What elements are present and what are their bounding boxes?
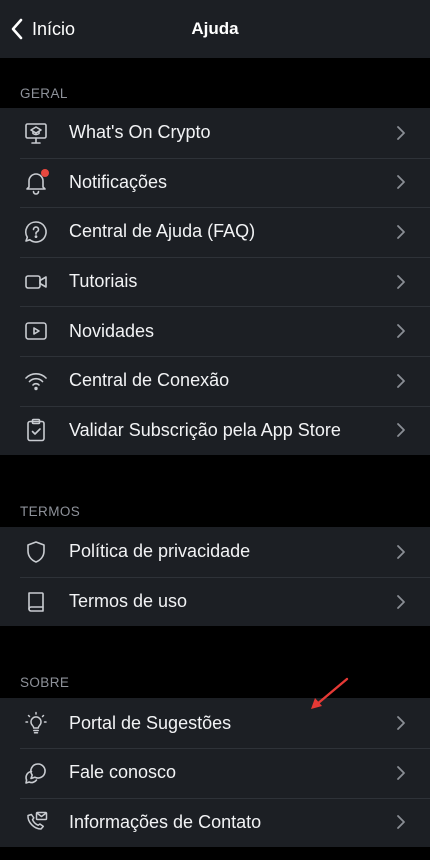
- lightbulb-icon: [21, 708, 51, 738]
- menu-item-novidades[interactable]: Novidades: [0, 306, 430, 356]
- menu-item-label: Novidades: [69, 320, 155, 341]
- menu-item-label: Termos de uso: [69, 591, 188, 612]
- menu-item-portal-de-sugestoes[interactable]: Portal de Sugestões: [0, 698, 430, 748]
- back-button[interactable]: Início: [10, 0, 75, 58]
- chevron-right-icon: [397, 545, 405, 559]
- chevron-right-icon: [397, 716, 405, 731]
- chevron-right-icon: [397, 225, 405, 239]
- menu-item-label: Notificações: [69, 171, 168, 192]
- phone-mail-icon: [21, 807, 51, 837]
- help-bubble-icon: [21, 217, 51, 247]
- menu-item-central-de-conexao[interactable]: Central de Conexão: [0, 355, 430, 406]
- back-button-label: Início: [32, 18, 76, 39]
- navigation-bar: Início Ajuda: [0, 0, 430, 58]
- shield-icon: [21, 537, 51, 567]
- presentation-board-icon: [21, 118, 51, 148]
- menu-item-whats-on-crypto[interactable]: What's On Crypto: [0, 108, 430, 158]
- wifi-icon: [21, 366, 51, 396]
- chevron-right-icon: [397, 423, 405, 438]
- section-termos: Política de privacidade Termos de uso: [0, 527, 430, 627]
- play-screen-icon: [21, 316, 51, 346]
- menu-item-label: Fale conosco: [69, 762, 177, 783]
- bell-icon: [21, 167, 51, 197]
- chevron-right-icon: [397, 815, 405, 830]
- chat-bubbles-icon: [21, 758, 51, 788]
- chevron-right-icon: [397, 594, 405, 609]
- chevron-right-icon: [397, 373, 405, 388]
- section-sobre: Portal de Sugestões Fale conosco Informa…: [0, 698, 430, 848]
- menu-item-central-de-ajuda[interactable]: Central de Ajuda (FAQ): [0, 207, 430, 257]
- menu-item-label: Informações de Contato: [69, 811, 262, 832]
- menu-item-termos-de-uso[interactable]: Termos de uso: [0, 576, 430, 627]
- menu-item-label: Tutoriais: [69, 271, 138, 292]
- menu-item-notificacoes[interactable]: Notificações: [0, 157, 430, 208]
- menu-item-politica-de-privacidade[interactable]: Política de privacidade: [0, 527, 430, 577]
- section-header-sobre: SOBRE: [20, 675, 70, 691]
- chevron-right-icon: [397, 125, 405, 140]
- chevron-right-icon: [397, 274, 405, 289]
- menu-item-label: Portal de Sugestões: [69, 712, 232, 733]
- section-header-termos: TERMOS: [20, 504, 81, 520]
- chevron-right-icon: [397, 175, 405, 190]
- chevron-right-icon: [397, 765, 405, 780]
- help-screen: Início Ajuda GERAL What's On Crypto Noti…: [0, 0, 430, 860]
- section-header-geral: GERAL: [20, 86, 68, 101]
- menu-item-label: Central de Ajuda (FAQ): [69, 221, 256, 242]
- video-camera-icon: [21, 267, 51, 297]
- menu-item-fale-conosco[interactable]: Fale conosco: [0, 747, 430, 798]
- book-icon: [21, 587, 51, 617]
- menu-item-label: Validar Subscrição pela App Store: [69, 419, 341, 440]
- menu-item-tutoriais[interactable]: Tutoriais: [0, 256, 430, 307]
- menu-item-label: What's On Crypto: [69, 122, 211, 143]
- clipboard-check-icon: [21, 415, 51, 445]
- menu-item-label: Central de Conexão: [69, 370, 230, 391]
- section-geral: What's On Crypto Notificações Central de…: [0, 108, 430, 456]
- chevron-left-icon: [11, 18, 23, 40]
- menu-item-informacoes-de-contato[interactable]: Informações de Contato: [0, 797, 430, 848]
- menu-item-validar-subscricao[interactable]: Validar Subscrição pela App Store: [0, 405, 430, 456]
- menu-item-label: Política de privacidade: [69, 541, 251, 562]
- chevron-right-icon: [397, 324, 405, 339]
